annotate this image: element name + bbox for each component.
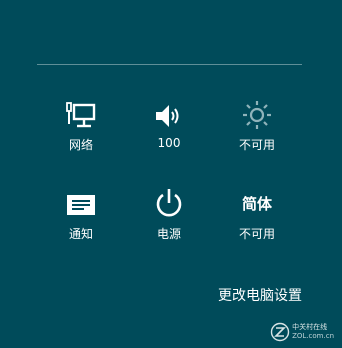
keyboard-language-text: 简体 xyxy=(241,195,272,213)
watermark: 中关村在线 ZOL.com.cn xyxy=(270,322,334,342)
change-pc-settings-link[interactable]: 更改电脑设置 xyxy=(218,285,302,305)
volume-label: 100 xyxy=(157,136,181,150)
divider xyxy=(37,64,302,65)
message-icon xyxy=(65,185,97,219)
power-label: 电源 xyxy=(156,227,181,241)
keyboard-label: 不可用 xyxy=(238,227,275,241)
keyboard-tile[interactable]: 简体 不可用 xyxy=(219,185,295,255)
sun-icon xyxy=(241,96,273,130)
speaker-icon xyxy=(153,96,185,130)
notifications-label: 通知 xyxy=(68,227,93,241)
zol-logo-icon xyxy=(270,322,290,342)
keyboard-language: 简体 xyxy=(242,185,272,219)
power-icon xyxy=(153,185,185,219)
power-tile[interactable]: 电源 xyxy=(131,185,207,255)
network-icon xyxy=(65,96,97,130)
brightness-label: 不可用 xyxy=(238,138,275,152)
network-tile[interactable]: 网络 xyxy=(43,96,119,166)
notifications-tile[interactable]: 通知 xyxy=(43,185,119,255)
network-label: 网络 xyxy=(68,138,93,152)
volume-tile[interactable]: 100 xyxy=(131,96,207,166)
brightness-tile[interactable]: 不可用 xyxy=(219,96,295,166)
watermark-domain: ZOL.com.cn xyxy=(292,332,334,340)
watermark-chinese: 中关村在线 xyxy=(292,323,328,331)
